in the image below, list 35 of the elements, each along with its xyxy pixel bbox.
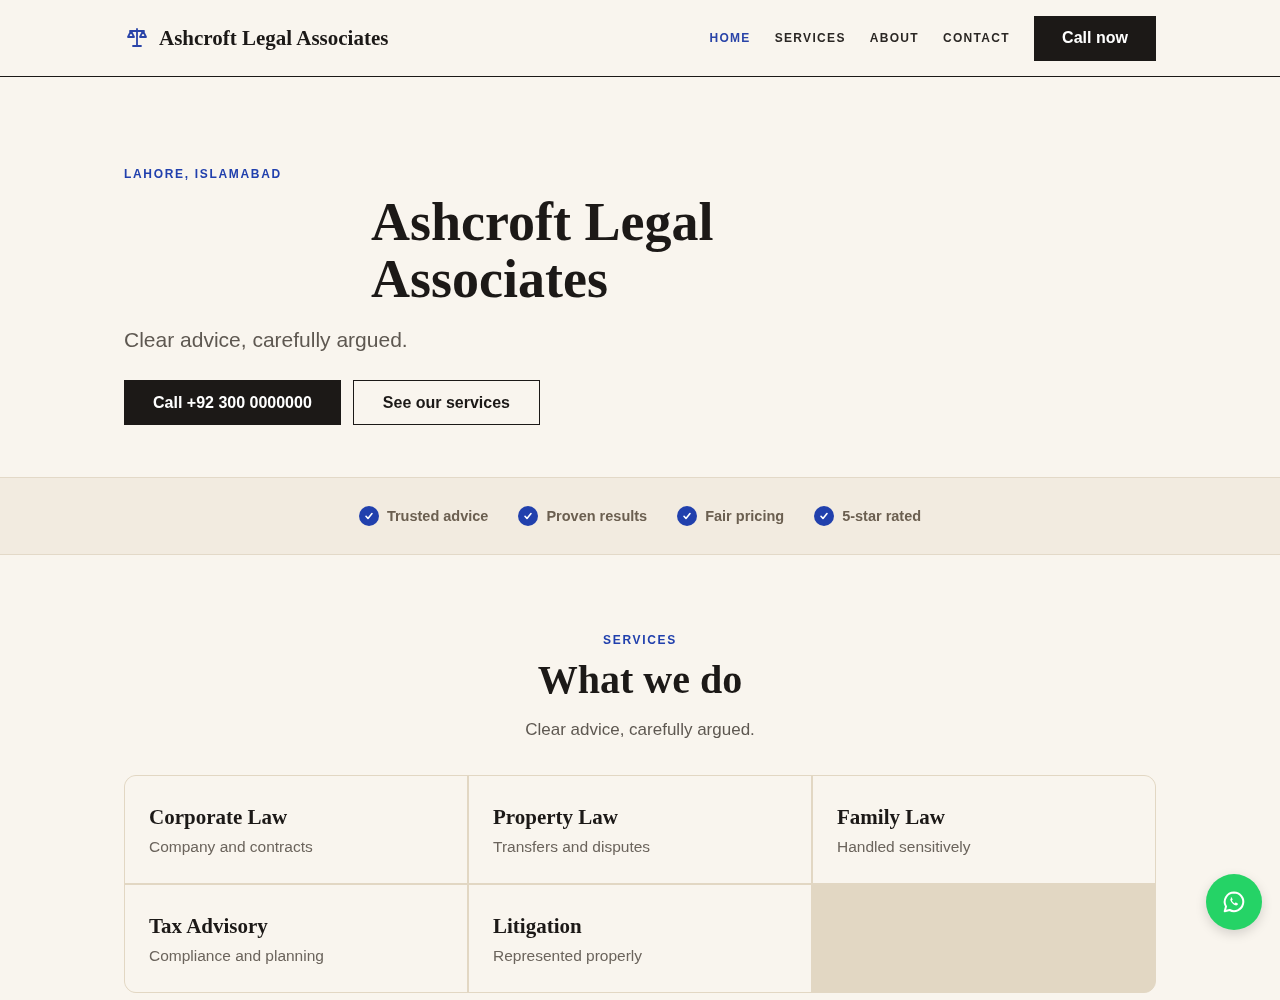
brand-name[interactable]: Ashcroft Legal Associates (159, 25, 389, 51)
service-title: Property Law (493, 804, 619, 830)
service-description: Company and contracts (149, 838, 314, 856)
services-button[interactable]: See our services (352, 380, 540, 425)
check-icon (677, 506, 698, 526)
service-title: Family Law (837, 804, 946, 830)
service-description: Transfers and disputes (493, 838, 652, 856)
nav-link[interactable]: CONTACT (943, 31, 1010, 45)
nav-link[interactable]: ABOUT (869, 31, 919, 45)
service-description: Represented properly (493, 947, 644, 965)
highlight-label: Trusted advice (386, 508, 489, 524)
nav-link[interactable]: HOME (709, 31, 751, 45)
service-title: Litigation (493, 913, 583, 939)
call-now-button[interactable]: Call now (1034, 15, 1156, 61)
check-icon (358, 506, 379, 526)
section-subtitle: Clear advice, carefully argued. (524, 719, 756, 741)
nav-link[interactable]: SERVICES (774, 31, 846, 45)
section-eyebrow: SERVICES (602, 633, 678, 647)
check-icon (518, 506, 539, 526)
hero-title: Ashcroft Legal Associates (371, 194, 715, 308)
highlight-label: Proven results (546, 508, 648, 524)
highlight-label: 5-star rated (842, 508, 922, 524)
call-button[interactable]: Call +92 300 0000000 (124, 380, 341, 425)
highlight-label: Fair pricing (705, 508, 785, 524)
service-description: Handled sensitively (837, 838, 972, 856)
section-title: What we do (536, 657, 744, 703)
location-eyebrow: LAHORE, ISLAMABAD (124, 167, 283, 181)
chat-button[interactable] (1206, 874, 1262, 930)
service-title: Tax Advisory (149, 913, 269, 939)
scales-icon (127, 27, 147, 49)
service-title: Corporate Law (149, 804, 289, 830)
service-description: Compliance and planning (149, 947, 325, 965)
check-icon (814, 506, 835, 526)
hero-tagline: Clear advice, carefully argued. (124, 327, 409, 353)
chat-bubble-icon (1222, 890, 1246, 914)
